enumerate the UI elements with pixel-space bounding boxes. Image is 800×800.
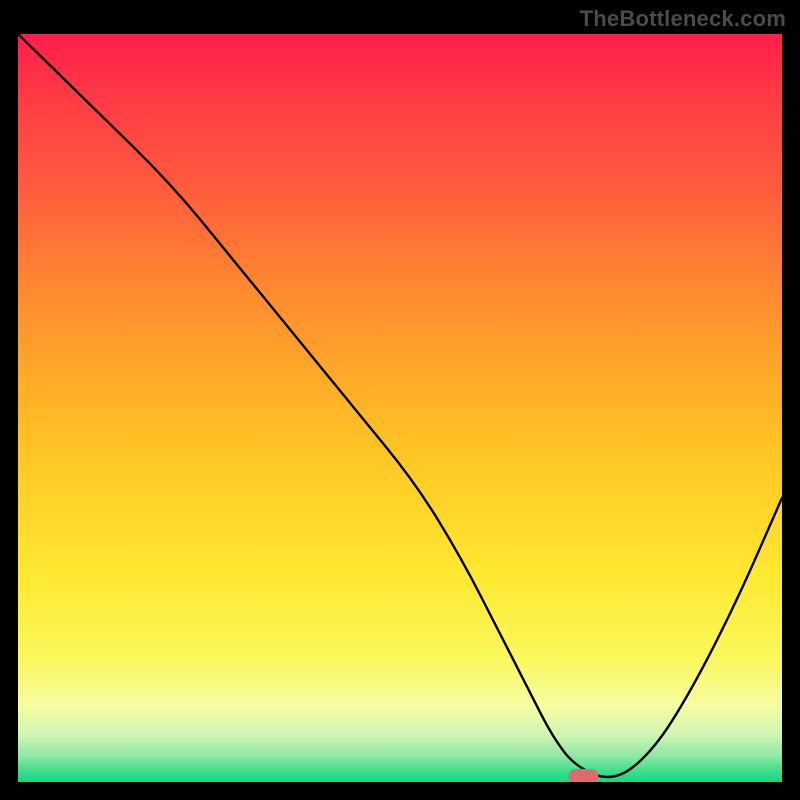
watermark-text: TheBottleneck.com bbox=[580, 6, 786, 32]
chart-frame: TheBottleneck.com bbox=[0, 0, 800, 800]
plot-container bbox=[18, 34, 782, 782]
bottleneck-chart bbox=[18, 34, 782, 782]
optimal-marker bbox=[568, 769, 598, 782]
